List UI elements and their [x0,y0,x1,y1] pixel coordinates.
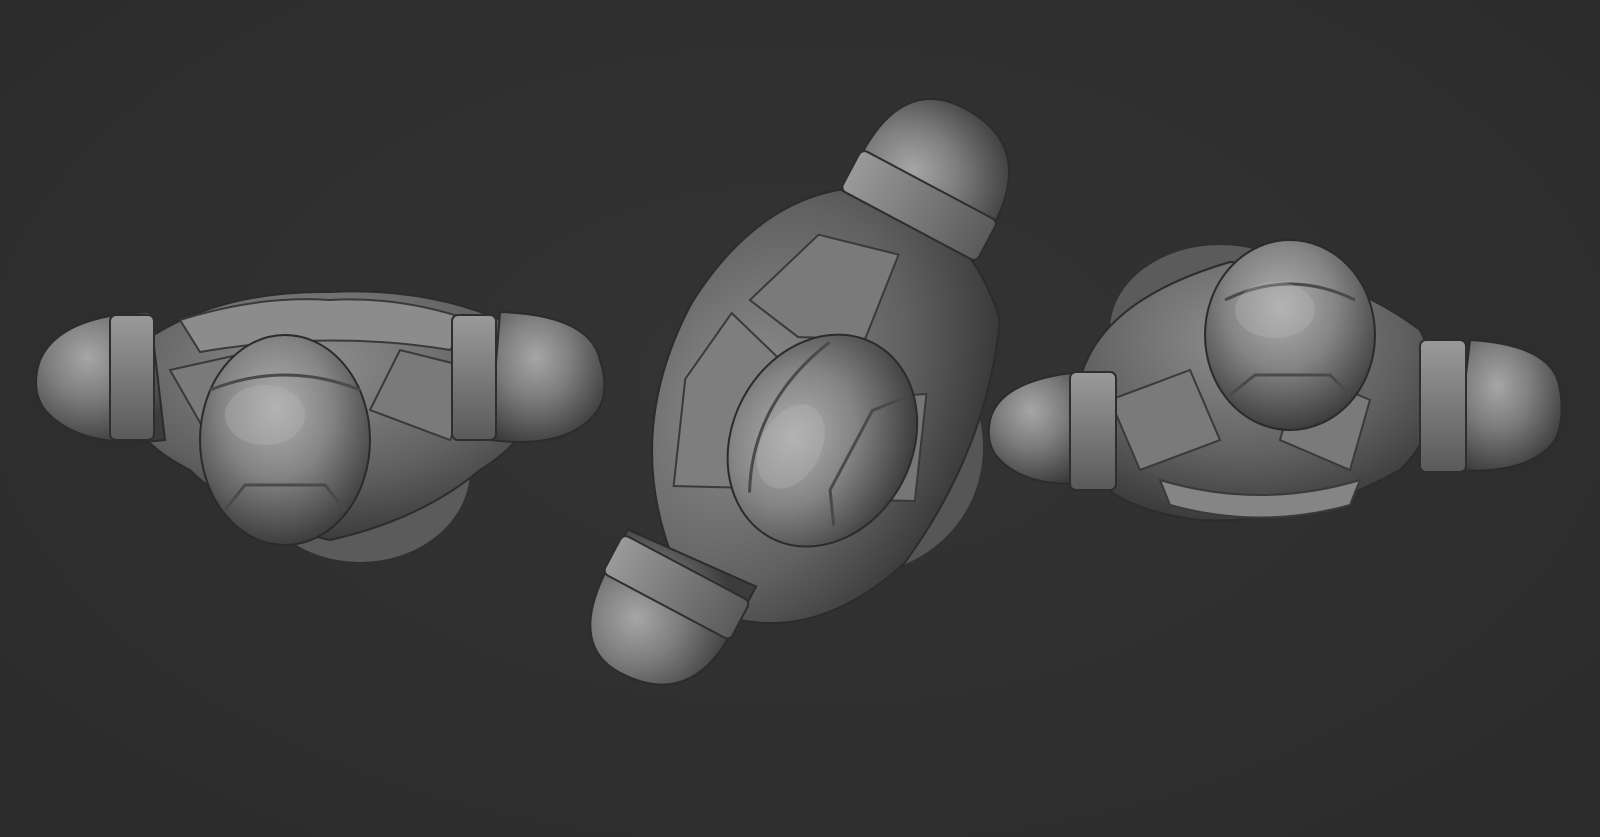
render-canvas [35,98,1563,686]
3d-viewport[interactable] [0,0,1600,837]
torso-view-top-left [35,290,606,562]
torso-view-top-right [987,239,1563,522]
